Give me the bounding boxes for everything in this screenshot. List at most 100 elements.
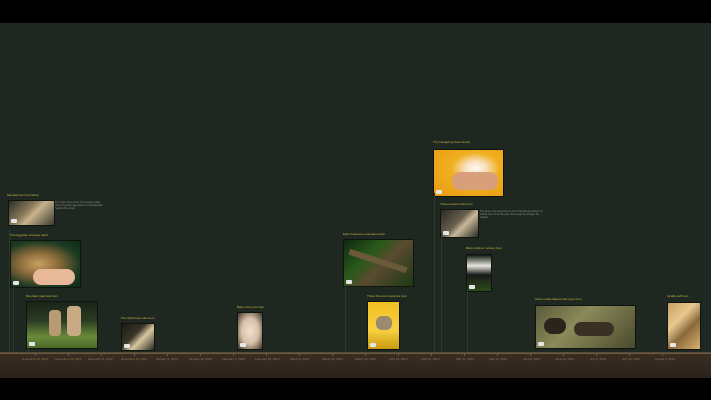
photo-badge-icon — [370, 343, 376, 347]
date-tick — [596, 353, 597, 356]
event-title[interactable]: Asian small-clawed otter pups born — [535, 297, 645, 301]
event-title[interactable]: Three leopard cubs born — [440, 202, 550, 206]
animal-shape — [376, 316, 392, 330]
timeline-event[interactable]: Two sloth bear cubs born — [121, 316, 211, 352]
event-photo[interactable] — [121, 323, 155, 351]
event-title[interactable]: Baby otter joins litter — [237, 305, 327, 309]
date-tick — [662, 353, 663, 356]
date-tick — [167, 353, 168, 356]
date-tick — [464, 353, 465, 356]
date-tick — [365, 353, 366, 356]
date-label: March 16, 2013 — [322, 357, 343, 361]
date-label: August 3, 2013 — [655, 357, 676, 361]
branch-shape — [348, 248, 408, 274]
event-description: The three cubs were born to mom Kamala a… — [480, 210, 543, 219]
photo-badge-icon — [240, 343, 246, 347]
date-tick — [629, 353, 630, 356]
date-label: July 6, 2013 — [590, 357, 607, 361]
date-label: November 24, 2012 — [55, 357, 82, 361]
event-title[interactable]: Two Egyptian tortoises hatch — [10, 233, 90, 237]
photo-badge-icon — [443, 231, 449, 235]
event-photo[interactable] — [10, 240, 81, 288]
photo-badge-icon — [124, 344, 130, 348]
date-tick — [101, 353, 102, 356]
date-label: July 20, 2013 — [622, 357, 640, 361]
timeline-event[interactable]: Three Prevost's squirrels born — [367, 294, 437, 352]
date-label: December 8, 2012 — [88, 357, 113, 361]
animal-shape — [544, 318, 566, 334]
date-tick — [563, 353, 564, 356]
photo-badge-icon — [670, 343, 676, 347]
date-label: April 27, 2013 — [421, 357, 440, 361]
date-label: November 10, 2012 — [22, 357, 49, 361]
date-label: February 16, 2013 — [255, 357, 280, 361]
hand-shape — [452, 172, 498, 190]
date-tick — [134, 353, 135, 356]
timeline-event[interactable]: Eight Japanese macaques born — [343, 232, 418, 294]
photo-badge-icon — [13, 281, 19, 285]
date-label: March 30, 2013 — [355, 357, 376, 361]
event-title[interactable]: Three Prevost's squirrels born — [367, 294, 437, 298]
timeline-event[interactable]: Two Egyptian tortoises hatch — [10, 233, 90, 293]
timeline-event[interactable]: Baby colobus monkey born — [466, 246, 546, 296]
event-photo[interactable] — [433, 149, 504, 197]
event-title[interactable]: Baby colobus monkey born — [466, 246, 546, 250]
timeline-event[interactable]: Asian small-clawed otter pups born — [535, 297, 645, 352]
event-stem — [441, 233, 442, 352]
photo-badge-icon — [29, 342, 35, 346]
date-label: March 2, 2013 — [290, 357, 310, 361]
date-tick — [497, 353, 498, 356]
event-title[interactable]: Eight Japanese macaques born — [343, 232, 418, 236]
event-title[interactable]: Two sloth bear cubs born — [121, 316, 211, 320]
event-description: Four pups born at the zoo recently made … — [55, 201, 103, 210]
animal-shape — [49, 310, 61, 336]
date-tick — [68, 353, 69, 356]
event-photo[interactable] — [667, 302, 701, 350]
event-title[interactable]: Tiny Hedgehog Gets Check — [433, 140, 513, 144]
date-tick — [332, 353, 333, 356]
event-photo[interactable] — [367, 301, 400, 350]
date-tick — [266, 353, 267, 356]
date-tick — [530, 353, 531, 356]
event-photo[interactable] — [237, 312, 263, 350]
timeline-event[interactable]: Baby otter joins litter — [237, 305, 327, 350]
event-photo[interactable] — [535, 305, 636, 349]
timeline-navigation[interactable]: November 10, 2012 November 24, 2012 Dece… — [0, 352, 711, 378]
navigation-rule — [0, 353, 711, 354]
date-tick — [431, 353, 432, 356]
event-photo[interactable] — [26, 301, 98, 349]
date-label: May 25, 2013 — [489, 357, 508, 361]
event-stem — [467, 287, 468, 352]
date-label: January 5, 2013 — [156, 357, 178, 361]
date-label: June 22, 2013 — [555, 357, 575, 361]
event-photo[interactable] — [440, 209, 479, 238]
event-stem — [345, 285, 346, 352]
photo-badge-icon — [346, 280, 352, 284]
event-stem — [434, 193, 435, 352]
event-title[interactable]: Meerkat Four Go Debut — [7, 193, 107, 197]
date-tick — [35, 353, 36, 356]
date-tick — [299, 353, 300, 356]
date-tick — [233, 353, 234, 356]
timeline-event[interactable]: Mountain goat kids born — [26, 294, 106, 352]
event-title[interactable]: Giraffe calf born — [667, 294, 711, 298]
event-photo[interactable] — [8, 200, 55, 226]
event-photo[interactable] — [343, 239, 414, 287]
date-tick — [398, 353, 399, 356]
photo-badge-icon — [436, 190, 442, 194]
timeline-event[interactable]: Giraffe calf born — [667, 294, 711, 352]
photo-badge-icon — [538, 342, 544, 346]
animal-shape — [67, 306, 81, 336]
photo-badge-icon — [469, 285, 475, 289]
event-stem — [13, 287, 14, 352]
date-label: June 8, 2013 — [523, 357, 541, 361]
date-label: May 11, 2013 — [456, 357, 474, 361]
date-label: April 13, 2013 — [389, 357, 408, 361]
animal-shape — [574, 322, 614, 336]
date-label: December 22, 2012 — [121, 357, 148, 361]
hand-shape — [33, 269, 75, 285]
event-title[interactable]: Mountain goat kids born — [26, 294, 106, 298]
event-photo[interactable] — [466, 254, 492, 292]
timeline-stage[interactable]: Meerkat Four Go Debut Four pups born at … — [0, 23, 711, 352]
photo-badge-icon — [11, 219, 17, 223]
